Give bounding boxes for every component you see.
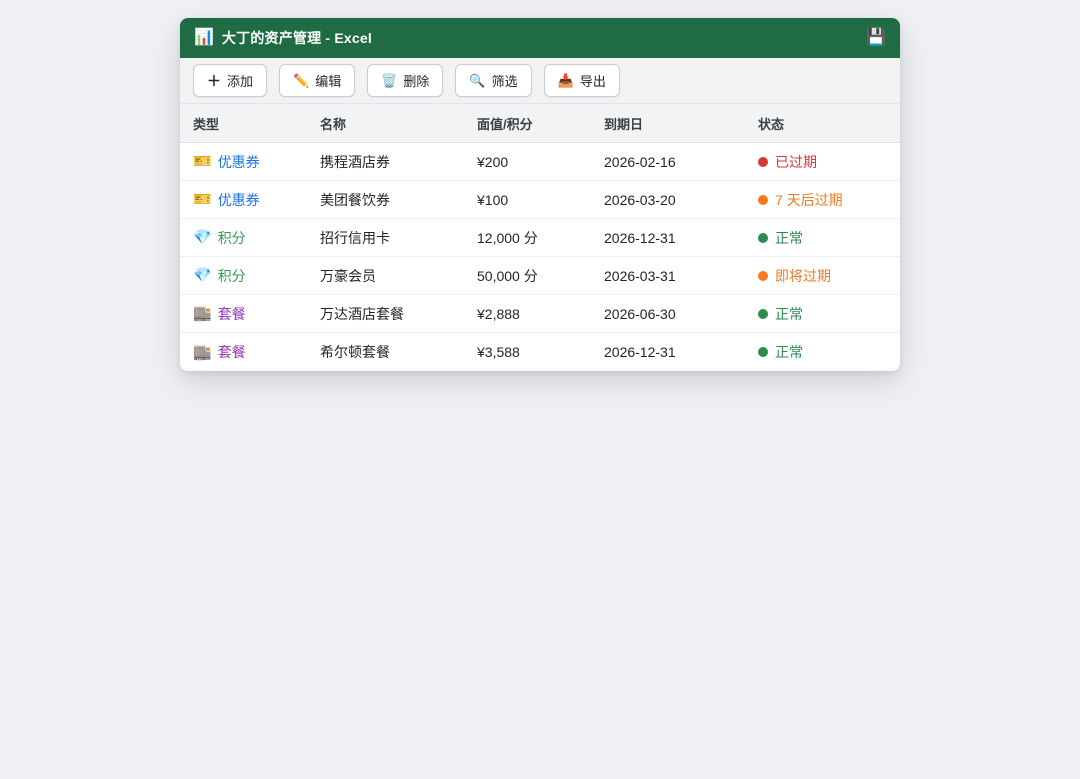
table-row[interactable]: 🎫 优惠券 美团餐饮券 ¥100 2026-03-20 7 天后过期 xyxy=(180,181,900,219)
edit-button[interactable]: ✏️ 编辑 xyxy=(279,64,356,97)
status-dot xyxy=(758,270,768,281)
export-button[interactable]: 📥 导出 xyxy=(543,64,620,97)
plus-icon: ＋ xyxy=(207,72,221,89)
table-row[interactable]: 🎫 优惠券 携程酒店券 ¥200 2026-02-16 已过期 xyxy=(180,143,900,181)
type-icon: 🏬 xyxy=(193,305,212,322)
inbox-tray-icon: 📥 xyxy=(557,73,574,88)
type-label: 套餐 xyxy=(217,344,246,360)
asset-value: ¥100 xyxy=(477,191,509,208)
delete-button-label: 删除 xyxy=(403,74,430,89)
asset-name: 美团餐饮券 xyxy=(320,191,390,208)
table-row[interactable]: 💎 积分 万豪会员 50,000 分 2026-03-31 即将过期 xyxy=(180,257,900,295)
column-header-type: 类型 xyxy=(193,116,220,132)
asset-name: 万豪会员 xyxy=(320,267,376,284)
filter-button-label: 筛选 xyxy=(491,74,518,89)
asset-value: ¥3,588 xyxy=(477,344,520,360)
type-icon: 🎫 xyxy=(193,153,212,170)
filter-button[interactable]: 🔍 筛选 xyxy=(455,64,532,97)
edit-button-label: 编辑 xyxy=(315,74,342,89)
expiry-date: 2026-02-16 xyxy=(604,153,676,170)
status-dot xyxy=(758,308,768,319)
column-header-value: 面值/积分 xyxy=(477,116,533,132)
window-title: 大丁的资产管理 - Excel xyxy=(221,30,372,46)
asset-name: 携程酒店券 xyxy=(320,153,390,170)
expiry-date: 2026-06-30 xyxy=(604,305,676,322)
asset-name: 招行信用卡 xyxy=(320,229,390,246)
expiry-date: 2026-03-20 xyxy=(604,191,676,208)
expiry-date: 2026-03-31 xyxy=(604,267,676,284)
delete-button[interactable]: 🗑️ 删除 xyxy=(367,64,444,97)
type-icon: 💎 xyxy=(193,229,212,246)
status-dot xyxy=(758,347,768,357)
status-label: 正常 xyxy=(775,229,803,246)
type-label: 优惠券 xyxy=(217,153,260,170)
magnifier-icon: 🔍 xyxy=(469,73,486,88)
toolbar: ＋ 添加 ✏️ 编辑 🗑️ 删除 🔍 筛选 📥 导出 xyxy=(180,58,900,104)
type-label: 优惠券 xyxy=(217,191,260,208)
bar-chart-icon: 📊 xyxy=(194,29,214,46)
status-label: 已过期 xyxy=(775,153,817,170)
asset-value: 50,000 分 xyxy=(477,267,538,284)
table-row[interactable]: 💎 积分 招行信用卡 12,000 分 2026-12-31 正常 xyxy=(180,219,900,257)
column-header-status: 状态 xyxy=(758,116,785,132)
type-label: 套餐 xyxy=(217,305,246,322)
asset-value: ¥200 xyxy=(477,153,509,170)
titlebar: 📊 大丁的资产管理 - Excel 💾 xyxy=(180,18,900,58)
asset-value: 12,000 分 xyxy=(477,229,538,246)
asset-name: 希尔顿套餐 xyxy=(320,344,390,360)
table-row[interactable]: 🏬 套餐 希尔顿套餐 ¥3,588 2026-12-31 正常 xyxy=(180,333,900,371)
trash-icon: 🗑️ xyxy=(381,73,398,88)
table-row[interactable]: 🏬 套餐 万达酒店套餐 ¥2,888 2026-06-30 正常 xyxy=(180,295,900,333)
status-dot xyxy=(758,232,768,243)
app-window: 📊 大丁的资产管理 - Excel 💾 ＋ 添加 ✏️ 编辑 🗑️ 删除 🔍 筛… xyxy=(180,18,900,371)
status-label: 即将过期 xyxy=(775,267,831,284)
expiry-date: 2026-12-31 xyxy=(604,229,676,246)
type-icon: 🏬 xyxy=(193,343,212,361)
type-label: 积分 xyxy=(217,267,246,284)
export-button-label: 导出 xyxy=(579,74,606,89)
asset-name: 万达酒店套餐 xyxy=(320,305,404,322)
pencil-icon: ✏️ xyxy=(293,73,310,88)
status-label: 7 天后过期 xyxy=(775,191,843,208)
assets-table: 类型 名称 面值/积分 到期日 状态 🎫 优惠券 携程酒店券 ¥200 2026… xyxy=(180,104,900,371)
status-dot xyxy=(758,156,768,167)
status-label: 正常 xyxy=(775,344,803,360)
type-icon: 💎 xyxy=(193,267,212,284)
type-icon: 🎫 xyxy=(193,191,212,208)
asset-value: ¥2,888 xyxy=(477,305,520,322)
add-button[interactable]: ＋ 添加 xyxy=(193,64,268,97)
add-button-label: 添加 xyxy=(227,74,254,89)
table-header-row: 类型 名称 面值/积分 到期日 状态 xyxy=(180,104,900,143)
type-label: 积分 xyxy=(217,229,246,246)
column-header-expiry: 到期日 xyxy=(604,116,644,132)
status-label: 正常 xyxy=(775,305,803,322)
table-body: 🎫 优惠券 携程酒店券 ¥200 2026-02-16 已过期 🎫 优惠券 美团… xyxy=(180,143,900,371)
status-dot xyxy=(758,194,768,205)
floppy-disk-icon[interactable]: 💾 xyxy=(866,30,886,46)
column-header-name: 名称 xyxy=(320,116,347,132)
expiry-date: 2026-12-31 xyxy=(604,344,676,360)
